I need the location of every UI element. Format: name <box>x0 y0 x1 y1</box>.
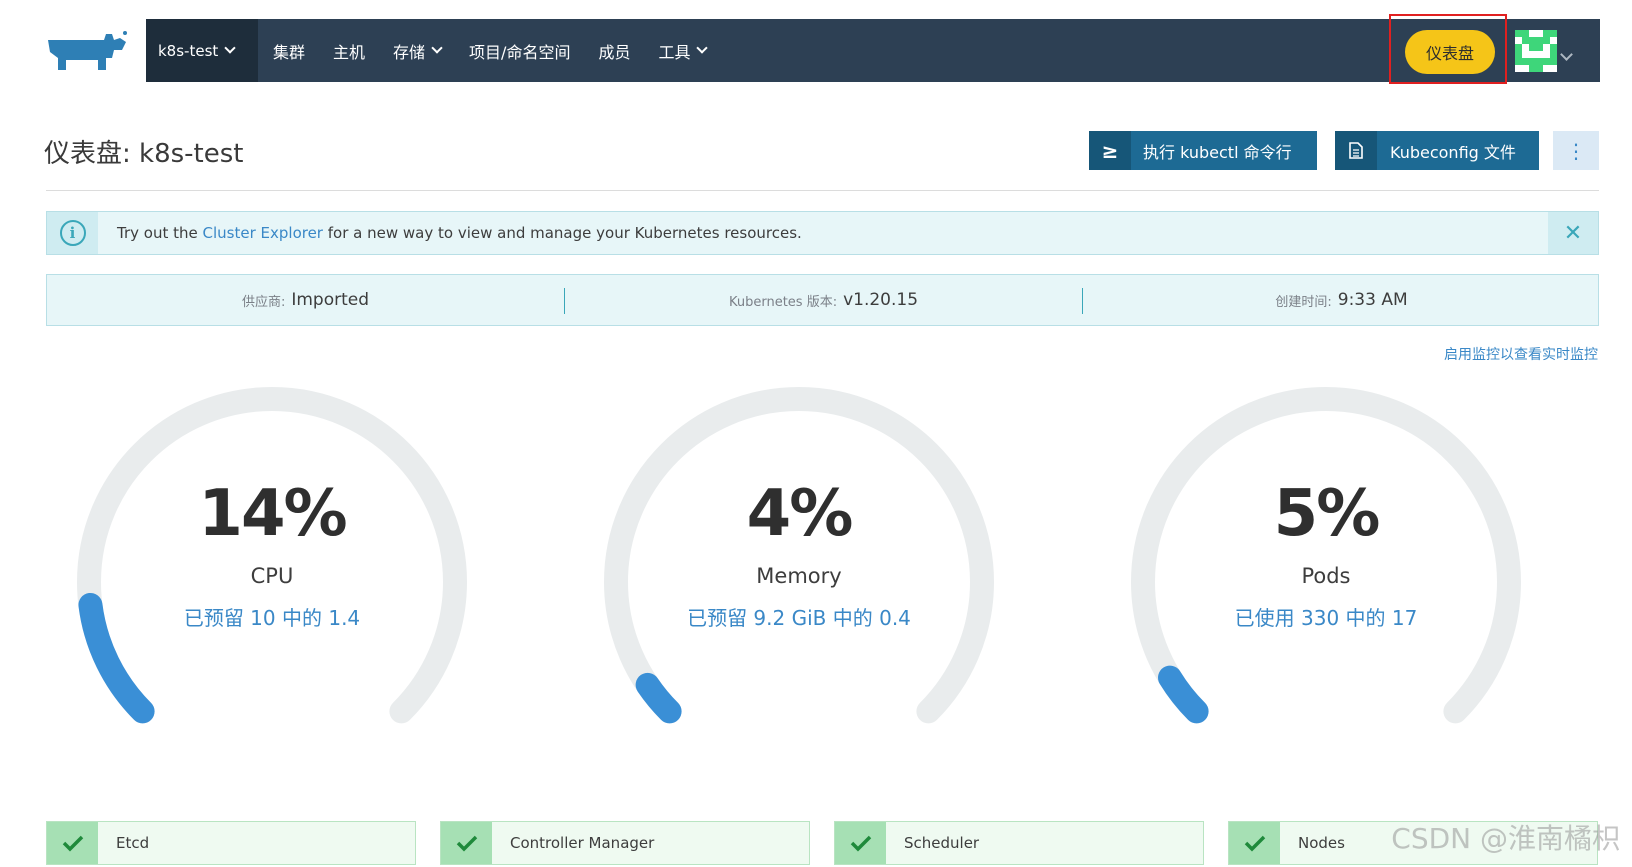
cluster-explorer-link[interactable]: Cluster Explorer <box>203 224 323 242</box>
created-time-value: 9:33 AM <box>1337 290 1408 310</box>
nav-label: 项目/命名空间 <box>469 42 571 62</box>
memory-percent: 4% <box>746 477 854 551</box>
rancher-logo-icon <box>48 31 127 70</box>
component-status-controller-manager: Controller Manager <box>440 821 810 865</box>
chevron-down-icon <box>431 42 443 54</box>
close-icon[interactable]: ✕ <box>1548 212 1598 254</box>
memory-label: Memory <box>756 564 842 588</box>
nav-item-members[interactable]: 成员 <box>598 39 630 63</box>
created-time-info: 创建时间: 9:33 AM <box>1083 275 1600 325</box>
kubernetes-version-label: Kubernetes 版本: <box>728 294 838 310</box>
chevron-down-icon <box>224 42 236 54</box>
gauge-track <box>604 387 994 724</box>
gauge-track <box>77 387 467 724</box>
top-navbar: k8s-test 集群 主机 存储 项目/命名空间 成员 工具 <box>146 19 1600 82</box>
pods-percent: 5% <box>1273 477 1381 551</box>
check-icon <box>441 822 492 864</box>
check-icon <box>1229 822 1280 864</box>
check-icon <box>47 822 98 864</box>
kubectl-shell-button[interactable]: ≥ 执行 kubectl 命令行 <box>1089 131 1317 170</box>
banner-suffix: for a new way to view and manage your Ku… <box>327 224 802 242</box>
created-time-label: 创建时间: <box>1275 294 1332 310</box>
terminal-icon: ≥ <box>1089 131 1131 170</box>
provider-value: Imported <box>291 290 370 310</box>
cpu-detail: 已预留 10 中的 1.4 <box>183 606 361 630</box>
kubeconfig-file-button[interactable]: Kubeconfig 文件 <box>1335 131 1539 170</box>
cpu-gauge: 14% CPU 已预留 10 中的 1.4 <box>66 382 478 742</box>
nav-label: 主机 <box>333 42 366 62</box>
provider-label: 供应商: <box>241 294 286 310</box>
component-name: Etcd <box>116 834 150 852</box>
check-icon <box>835 822 886 864</box>
banner-prefix: Try out the <box>117 224 198 242</box>
nav-item-hosts[interactable]: 主机 <box>333 39 365 63</box>
file-icon <box>1335 131 1377 170</box>
nav-label: 集群 <box>273 42 306 62</box>
nav-item-projects-namespaces[interactable]: 项目/命名空间 <box>469 39 570 63</box>
csdn-watermark: CSDN @淮南橘枳 <box>1391 822 1620 855</box>
gauge-fill <box>1157 665 1209 724</box>
chevron-down-icon <box>696 42 709 54</box>
component-name: Nodes <box>1298 834 1345 852</box>
nav-item-cluster[interactable]: 集群 <box>273 39 305 63</box>
user-menu-chevron[interactable] <box>1560 44 1573 63</box>
cpu-percent: 14% <box>198 477 347 551</box>
more-actions-button[interactable]: ⋮ <box>1553 131 1599 170</box>
vertical-dots-icon: ⋮ <box>1566 138 1586 163</box>
kubernetes-version-info: Kubernetes 版本: v1.20.15 <box>565 275 1082 325</box>
cluster-info-bar: 供应商: Imported Kubernetes 版本: v1.20.15 创建… <box>46 274 1599 326</box>
component-name: Controller Manager <box>510 834 655 852</box>
pods-detail: 已使用 330 中的 17 <box>1234 606 1418 630</box>
gauge-track <box>1131 387 1521 724</box>
kubectl-button-label: 执行 kubectl 命令行 <box>1143 142 1292 162</box>
pods-gauge: 5% Pods 已使用 330 中的 17 <box>1120 382 1532 742</box>
cluster-selector[interactable]: k8s-test <box>146 19 258 82</box>
nav-item-storage[interactable]: 存储 <box>393 39 443 63</box>
component-status-scheduler: Scheduler <box>834 821 1204 865</box>
info-icon: i <box>59 220 86 246</box>
component-name: Scheduler <box>904 834 980 852</box>
cpu-label: CPU <box>250 564 294 588</box>
enable-monitoring-link[interactable]: 启用监控以查看实时监控 <box>1444 344 1598 364</box>
banner-icon-area: i <box>47 212 98 254</box>
dashboard-button[interactable]: 仪表盘 <box>1405 30 1495 74</box>
nav-label: 工具 <box>658 42 691 62</box>
component-status-etcd: Etcd <box>46 821 416 865</box>
main-nav: 集群 主机 存储 项目/命名空间 成员 工具 <box>273 19 734 82</box>
header-divider <box>46 190 1599 191</box>
kubeconfig-button-label: Kubeconfig 文件 <box>1390 142 1516 162</box>
user-avatar[interactable] <box>1515 30 1557 72</box>
info-banner: i Try out the Cluster Explorer for a new… <box>46 211 1599 255</box>
chevron-down-icon <box>1560 48 1573 61</box>
nav-label: 成员 <box>598 42 631 62</box>
gauge-fill <box>635 672 682 724</box>
pods-label: Pods <box>1301 564 1351 588</box>
nav-item-tools[interactable]: 工具 <box>658 39 709 63</box>
page-title: 仪表盘: k8s-test <box>44 139 244 169</box>
cluster-name: k8s-test <box>158 41 219 60</box>
nav-label: 存储 <box>393 42 426 62</box>
memory-detail: 已预留 9.2 GiB 中的 0.4 <box>687 606 911 630</box>
kubernetes-version-value: v1.20.15 <box>843 290 919 310</box>
provider-info: 供应商: Imported <box>47 275 564 325</box>
banner-message: Try out the Cluster Explorer for a new w… <box>117 224 802 242</box>
memory-gauge: 4% Memory 已预留 9.2 GiB 中的 0.4 <box>593 382 1005 742</box>
